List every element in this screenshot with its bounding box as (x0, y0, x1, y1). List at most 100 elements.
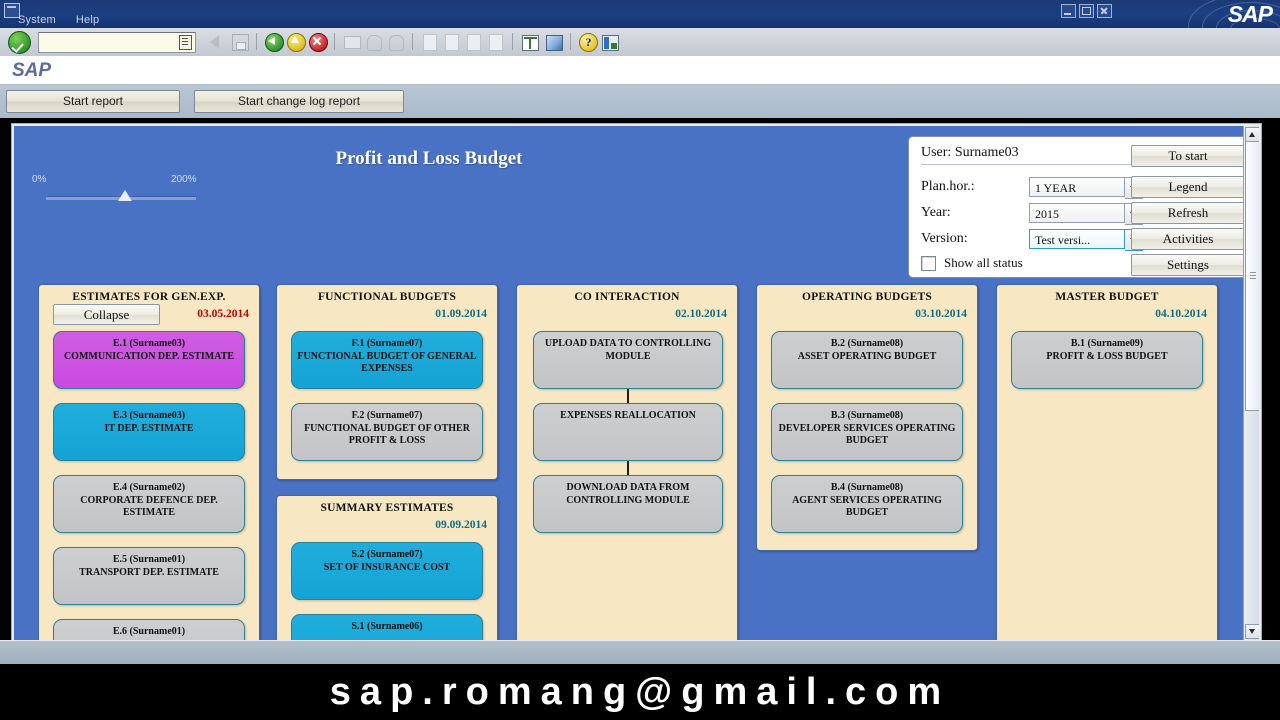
action-button-strip (0, 85, 1280, 118)
settings-button[interactable]: Settings (1131, 254, 1245, 276)
save-icon[interactable] (230, 32, 250, 52)
node-id: B.4 (Surname08) (830, 482, 904, 493)
next-page-icon[interactable] (464, 32, 484, 52)
start-change-log-report-button[interactable]: Start change log report (194, 90, 404, 113)
enter-check-icon[interactable] (8, 31, 31, 54)
planning-horizon-row: Plan.hor.: 1 YEAR (921, 177, 1147, 199)
group-date: 03.05.2014 (197, 308, 249, 320)
node-id: B.3 (Surname08) (830, 410, 904, 421)
year-row: Year: 2015 (921, 203, 1147, 225)
node-name: FUNCTIONAL BUDGET OF GENERAL EXPENSES (297, 350, 477, 375)
node-id: E.5 (Surname01) (112, 554, 186, 565)
show-all-status-row[interactable]: Show all status (921, 255, 1023, 271)
close-button[interactable] (1097, 4, 1112, 18)
find-icon[interactable] (364, 32, 384, 52)
node-expenses-reallocation[interactable]: EXPENSES REALLOCATION (533, 403, 723, 461)
canvas-vertical-scrollbar[interactable] (1243, 126, 1259, 640)
planning-horizon-select[interactable]: 1 YEAR (1029, 177, 1125, 197)
node-f2[interactable]: F.2 (Surname07) FUNCTIONAL BUDGET OF OTH… (291, 403, 483, 461)
minimize-button[interactable] (1061, 4, 1076, 18)
last-page-icon[interactable] (486, 32, 506, 52)
node-e1[interactable]: E.1 (Surname03) COMMUNICATION DEP. ESTIM… (53, 331, 245, 389)
group-title: ESTIMATES FOR GEN.EXP. (72, 291, 226, 303)
activities-button[interactable]: Activities (1131, 228, 1245, 250)
node-name: AGENT SERVICES OPERATING BUDGET (792, 494, 942, 519)
node-name: DEVELOPER SERVICES OPERATING BUDGET (778, 422, 956, 447)
cancel-red-icon[interactable] (308, 32, 328, 52)
year-select[interactable]: 2015 (1029, 203, 1125, 223)
node-s2[interactable]: S.2 (Surname07) SET OF INSURANCE COST (291, 542, 483, 600)
group-date: 02.10.2014 (675, 308, 727, 320)
previous-page-icon[interactable] (442, 32, 462, 52)
create-shortcut-icon[interactable] (544, 32, 564, 52)
back-green-icon[interactable] (264, 32, 284, 52)
node-e5[interactable]: E.5 (Surname01) TRANSPORT DEP. ESTIMATE (53, 547, 245, 605)
menu-item-system[interactable]: System (18, 14, 56, 26)
group-summary-estimates: SUMMARY ESTIMATES 09.09.2014 S.2 (Surnam… (276, 495, 498, 640)
show-all-status-checkbox[interactable] (921, 255, 936, 271)
start-report-button[interactable]: Start report (6, 90, 180, 113)
create-session-icon[interactable] (520, 32, 540, 52)
menu-item-help[interactable]: Help (76, 14, 99, 26)
version-label: Version: (921, 231, 968, 246)
version-row: Version: Test versi... (921, 229, 1147, 251)
watermark-email: sap.romang@gmail.com (0, 664, 1280, 720)
node-b2[interactable]: B.2 (Surname08) ASSET OPERATING BUDGET (771, 331, 963, 389)
scroll-up-icon[interactable] (1245, 127, 1259, 142)
node-e6[interactable]: E.6 (Surname01) (53, 619, 245, 640)
node-name: DOWNLOAD DATA FROM CONTROLLING MODULE (566, 482, 690, 506)
first-page-icon[interactable] (420, 32, 440, 52)
node-upload-data[interactable]: UPLOAD DATA TO CONTROLLING MODULE (533, 331, 723, 389)
print-icon[interactable] (342, 32, 362, 52)
node-e4[interactable]: E.4 (Surname02) CORPORATE DEFENCE DEP. E… (53, 475, 245, 533)
exit-yellow-icon[interactable] (286, 32, 306, 52)
node-id: B.1 (Surname09) (1070, 338, 1144, 349)
node-f1[interactable]: F.1 (Surname07) FUNCTIONAL BUDGET OF GEN… (291, 331, 483, 389)
layout-menu-icon[interactable] (600, 32, 620, 52)
node-name: ASSET OPERATING BUDGET (797, 350, 937, 362)
group-title: OPERATING BUDGETS (801, 291, 933, 303)
node-download-data[interactable]: DOWNLOAD DATA FROM CONTROLLING MODULE (533, 475, 723, 533)
node-id: E.6 (Surname01) (112, 626, 186, 637)
group-title: CO INTERACTION (574, 291, 680, 303)
node-id: S.2 (Surname07) (351, 549, 423, 560)
maximize-button[interactable] (1079, 4, 1094, 18)
collapse-button[interactable]: Collapse (53, 304, 160, 325)
node-b3[interactable]: B.3 (Surname08) DEVELOPER SERVICES OPERA… (771, 403, 963, 461)
version-select[interactable]: Test versi... (1029, 229, 1125, 249)
command-history-icon[interactable] (179, 35, 192, 50)
node-s1[interactable]: S.1 (Surname06) (291, 614, 483, 640)
window-titlebar: System Help SAP (0, 0, 1280, 55)
status-bar (0, 640, 1280, 665)
group-date: 01.09.2014 (435, 308, 487, 320)
node-b1[interactable]: B.1 (Surname09) PROFIT & LOSS BUDGET (1011, 331, 1203, 389)
node-name: UPLOAD DATA TO CONTROLLING MODULE (544, 338, 712, 362)
help-icon[interactable]: ? (578, 32, 598, 52)
group-date: 03.10.2014 (915, 308, 967, 320)
sap-application-window: System Help SAP ? SAP Start report Start… (0, 0, 1280, 720)
node-id: F.1 (Surname07) (351, 338, 423, 349)
command-field[interactable] (38, 32, 196, 53)
current-user-label: User: Surname03 (921, 145, 1137, 165)
node-name: COMMUNICATION DEP. ESTIMATE (63, 350, 235, 362)
planning-horizon-label: Plan.hor.: (921, 179, 975, 194)
find-next-icon[interactable] (386, 32, 406, 52)
node-b4[interactable]: B.4 (Surname08) AGENT SERVICES OPERATING… (771, 475, 963, 533)
node-name: EXPENSES REALLOCATION (560, 410, 696, 421)
node-name: FUNCTIONAL BUDGET OF OTHER PROFIT & LOSS (304, 422, 470, 447)
group-co-interaction: CO INTERACTION 02.10.2014 UPLOAD DATA TO… (516, 284, 738, 640)
year-label: Year: (921, 205, 951, 220)
node-name: IT DEP. ESTIMATE (104, 422, 194, 434)
to-start-button[interactable]: To start (1131, 145, 1245, 167)
legend-button[interactable]: Legend (1131, 176, 1245, 198)
back-icon[interactable] (206, 32, 226, 52)
zoom-slider-thumb[interactable] (118, 190, 132, 201)
group-title: SUMMARY ESTIMATES (320, 502, 454, 514)
node-id: E.1 (Surname03) (112, 338, 186, 349)
node-id: E.4 (Surname02) (112, 482, 186, 493)
refresh-button[interactable]: Refresh (1131, 202, 1245, 224)
scroll-down-icon[interactable] (1245, 624, 1259, 639)
scrollbar-thumb[interactable] (1245, 141, 1259, 411)
node-e3[interactable]: E.3 (Surname03) IT DEP. ESTIMATE (53, 403, 245, 461)
zoom-slider[interactable]: 0% 200% (26, 174, 206, 214)
